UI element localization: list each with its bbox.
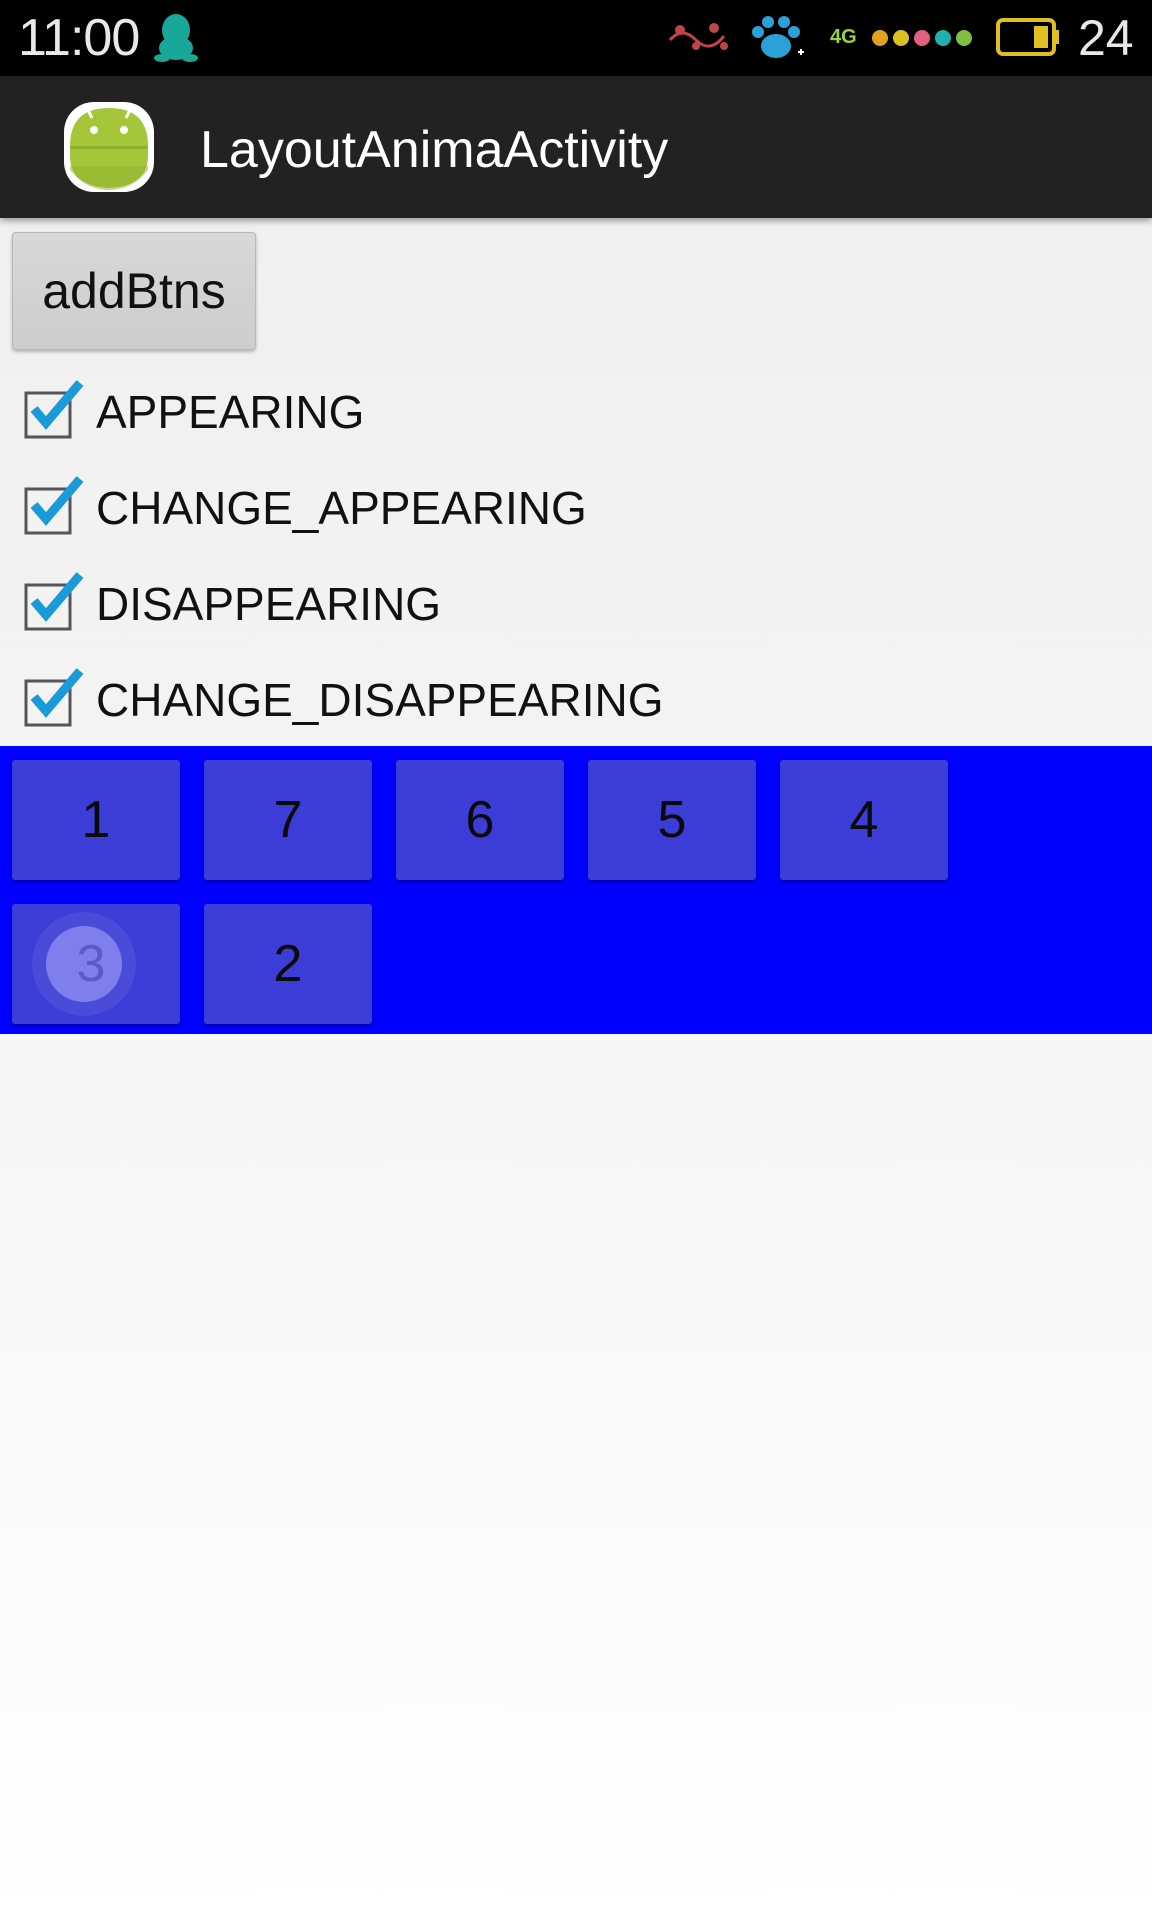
- grid-button-label: 4: [849, 791, 879, 849]
- button-grid-container: 1 7 6 5 4 3 2: [0, 746, 1152, 1034]
- grid-button-label: 7: [273, 791, 303, 849]
- qq-icon: [154, 12, 198, 62]
- action-bar: LayoutAnimaActivity: [0, 76, 1152, 218]
- grid-button-label: 3: [76, 935, 106, 993]
- checkbox-label: DISAPPEARING: [96, 578, 442, 630]
- checkbox-appearing[interactable]: APPEARING: [24, 376, 364, 448]
- status-time: 11:00: [18, 9, 140, 67]
- grid-button-3[interactable]: 3: [12, 904, 180, 1024]
- grid-button-1[interactable]: 1: [12, 760, 180, 880]
- grid-button-2[interactable]: 2: [204, 904, 372, 1024]
- status-bar: 11:00 4G 24: [0, 0, 1152, 76]
- flower-icon: [666, 16, 732, 60]
- battery-icon: [996, 18, 1060, 56]
- checkbox-label: CHANGE_DISAPPEARING: [96, 674, 664, 726]
- add-btns-button[interactable]: addBtns: [12, 232, 256, 350]
- grid-button-4[interactable]: 4: [780, 760, 948, 880]
- grid-button-label: 1: [81, 791, 111, 849]
- checkbox-change-appearing[interactable]: CHANGE_APPEARING: [24, 472, 587, 544]
- grid-button-6[interactable]: 6: [396, 760, 564, 880]
- grid-button-label: 5: [657, 791, 687, 849]
- grid-button-5[interactable]: 5: [588, 760, 756, 880]
- checkbox-checked-icon[interactable]: [24, 380, 84, 439]
- grid-button-label: 6: [465, 791, 495, 849]
- checkbox-checked-icon[interactable]: [24, 476, 84, 535]
- paw-icon: [748, 14, 808, 62]
- network-type-label: 4G: [830, 26, 857, 48]
- checkbox-checked-icon[interactable]: [24, 572, 84, 631]
- checkbox-label: CHANGE_APPEARING: [96, 482, 587, 534]
- checkbox-checked-icon[interactable]: [24, 668, 84, 727]
- grid-button-7[interactable]: 7: [204, 760, 372, 880]
- checkbox-change-disappearing[interactable]: CHANGE_DISAPPEARING: [24, 664, 663, 736]
- battery-level: 24: [1078, 10, 1134, 66]
- grid-button-label: 2: [273, 935, 303, 993]
- checkbox-disappearing[interactable]: DISAPPEARING: [24, 568, 441, 640]
- checkbox-label: APPEARING: [96, 386, 365, 438]
- signal-dots-icon: [870, 26, 978, 50]
- action-bar-title: LayoutAnimaActivity: [200, 121, 669, 179]
- android-app-icon[interactable]: [62, 100, 156, 194]
